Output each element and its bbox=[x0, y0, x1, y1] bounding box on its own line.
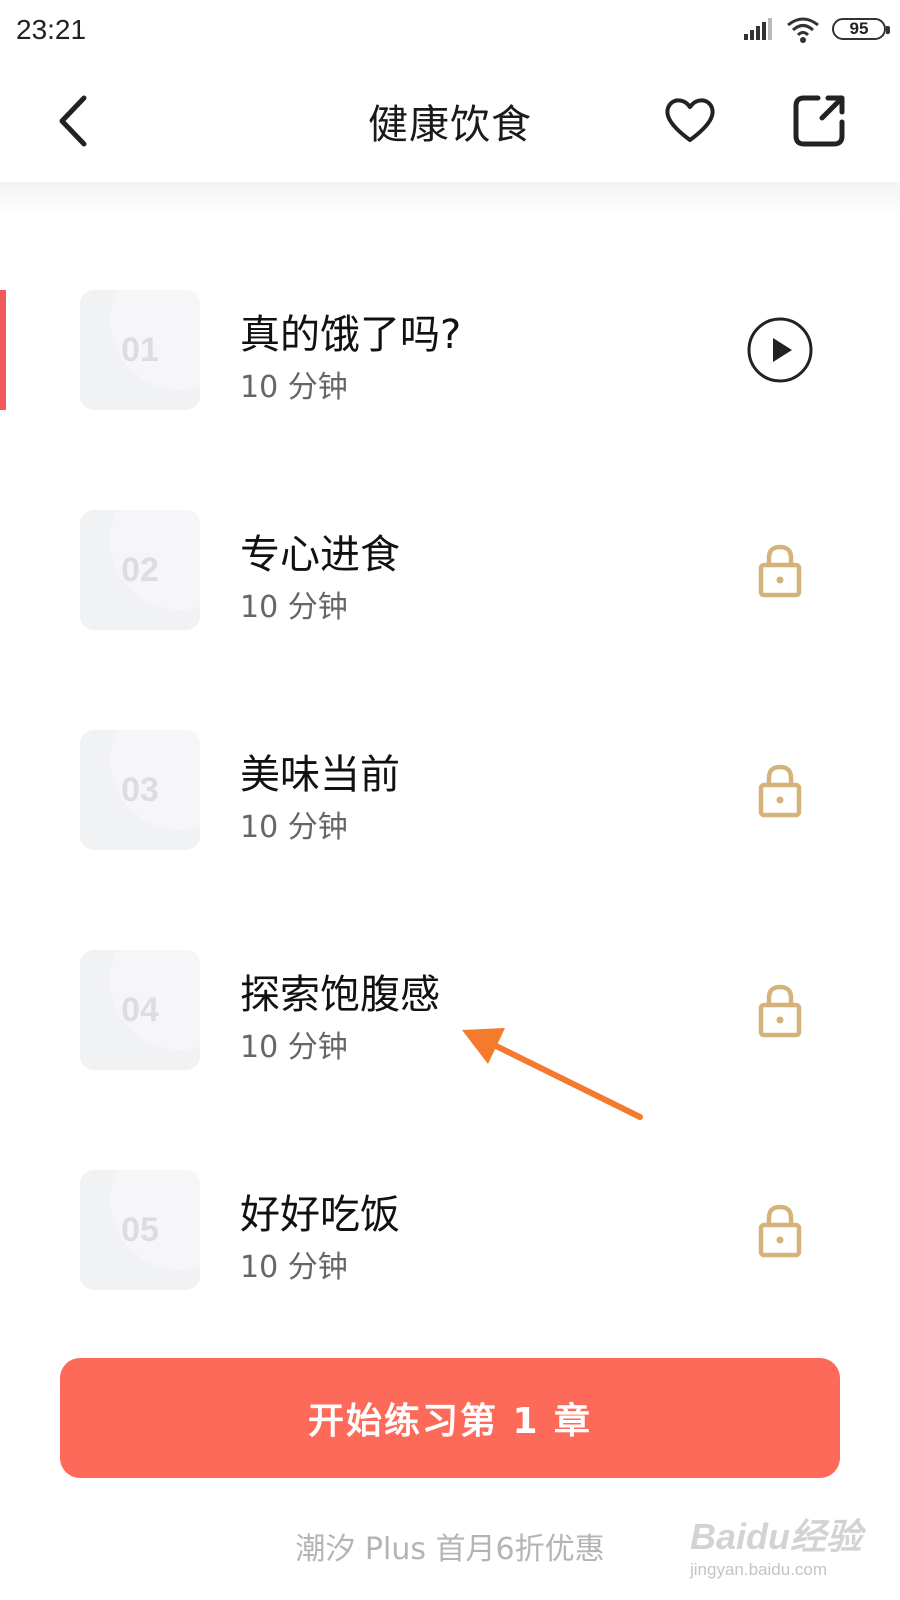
chapter-thumbnail: 05 bbox=[80, 1170, 200, 1290]
chapter-duration: 10 分钟 bbox=[240, 590, 348, 625]
chapter-duration: 10 分钟 bbox=[240, 1030, 348, 1065]
heart-icon bbox=[665, 98, 715, 142]
chapter-number: 04 bbox=[121, 990, 159, 1029]
wifi-icon bbox=[787, 17, 819, 43]
chapter-item-01[interactable]: 01 真的饿了吗? 10 分钟 bbox=[0, 290, 900, 410]
back-button[interactable] bbox=[50, 88, 100, 154]
lock-indicator bbox=[746, 536, 814, 604]
chapter-title: 探索饱腹感 bbox=[240, 972, 440, 1018]
chapter-thumbnail: 01 bbox=[80, 290, 200, 410]
chapter-title: 好好吃饭 bbox=[240, 1192, 400, 1238]
lock-indicator bbox=[746, 756, 814, 824]
play-button[interactable] bbox=[746, 316, 814, 384]
lock-icon bbox=[758, 544, 802, 598]
battery-level: 95 bbox=[849, 19, 869, 38]
chapter-thumbnail: 03 bbox=[80, 730, 200, 850]
header-divider bbox=[0, 182, 900, 216]
signal-icon bbox=[744, 18, 772, 40]
chapter-title: 真的饿了吗? bbox=[240, 312, 462, 358]
status-time: 23:21 bbox=[16, 14, 87, 45]
play-circle-icon bbox=[747, 317, 813, 383]
chapter-title: 美味当前 bbox=[240, 752, 400, 798]
favorite-button[interactable] bbox=[660, 90, 720, 150]
share-icon bbox=[793, 95, 845, 147]
chapter-item-03[interactable]: 03 美味当前 10 分钟 bbox=[0, 730, 900, 850]
chapter-thumbnail: 04 bbox=[80, 950, 200, 1070]
chapter-duration: 10 分钟 bbox=[240, 810, 348, 845]
share-button[interactable] bbox=[790, 90, 850, 150]
chapter-title: 专心进食 bbox=[240, 532, 400, 578]
start-practice-button[interactable]: 开始练习第 1 章 bbox=[60, 1358, 840, 1478]
lock-icon bbox=[758, 1204, 802, 1258]
lock-indicator bbox=[746, 1196, 814, 1264]
chapter-number: 03 bbox=[121, 770, 159, 809]
chapter-item-05[interactable]: 05 好好吃饭 10 分钟 bbox=[0, 1170, 900, 1290]
watermark-url: jingyan.baidu.com bbox=[690, 1560, 828, 1579]
lock-icon bbox=[758, 984, 802, 1038]
page-title: 健康饮食 bbox=[368, 102, 532, 148]
chapter-item-04[interactable]: 04 探索饱腹感 10 分钟 bbox=[0, 950, 900, 1070]
chapter-number: 02 bbox=[121, 550, 159, 589]
lock-indicator bbox=[746, 976, 814, 1044]
chapter-thumbnail: 02 bbox=[80, 510, 200, 630]
promo-link[interactable]: 潮汐 Plus 首月6折优惠 bbox=[250, 1524, 650, 1568]
header: 健康饮食 bbox=[0, 64, 900, 182]
chapter-number: 01 bbox=[121, 330, 159, 369]
chevron-left-icon bbox=[59, 95, 87, 147]
watermark-logo: Baidu经验 bbox=[690, 1516, 863, 1557]
watermark: Baidu经验 jingyan.baidu.com bbox=[690, 1508, 890, 1588]
chapter-number: 05 bbox=[121, 1210, 159, 1249]
chapter-duration: 10 分钟 bbox=[240, 370, 348, 405]
chapter-duration: 10 分钟 bbox=[240, 1250, 348, 1285]
status-bar: 23:21 95 bbox=[0, 0, 900, 64]
battery-indicator: 95 bbox=[832, 18, 890, 40]
chapter-item-02[interactable]: 02 专心进食 10 分钟 bbox=[0, 510, 900, 630]
lock-icon bbox=[758, 764, 802, 818]
